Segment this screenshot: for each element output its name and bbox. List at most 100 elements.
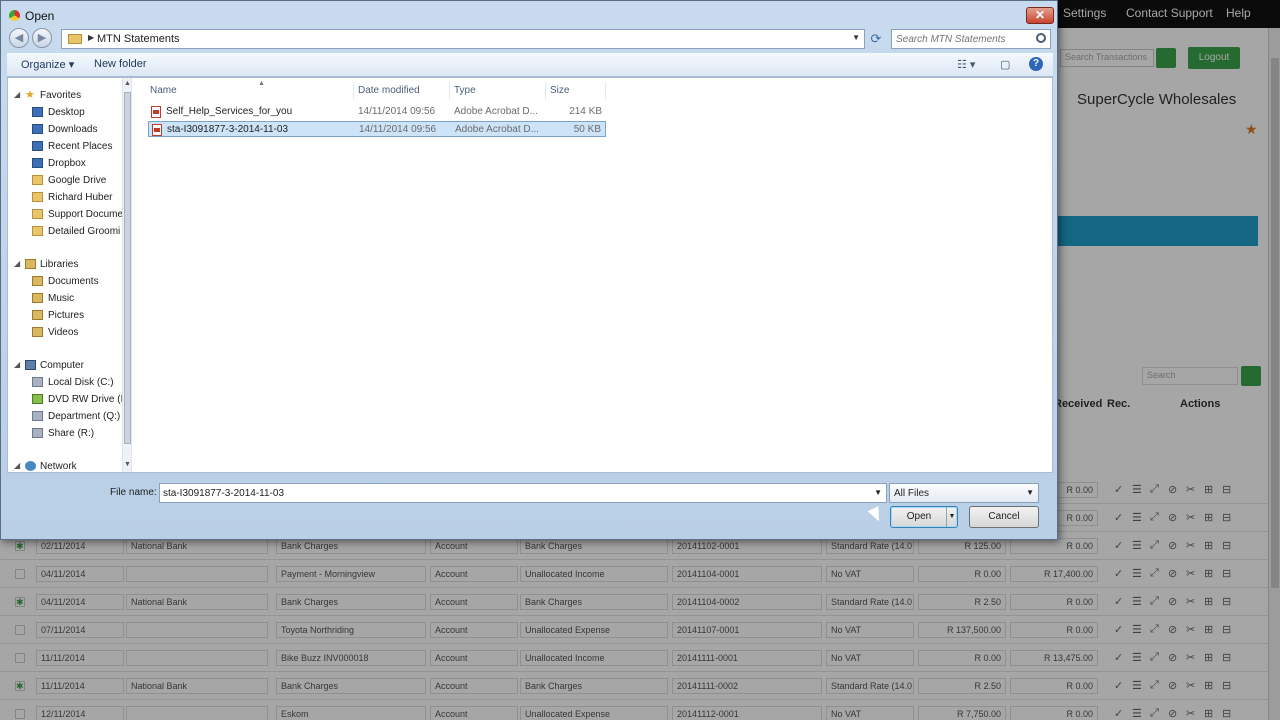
nav-item-drive-label: Local Disk (C:) (48, 377, 114, 388)
file-row[interactable]: Self_Help_Services_for_you 14/11/2014 09:… (148, 104, 606, 120)
nav-item-drive-label: Share (R:) (48, 428, 95, 439)
file-name-label: File name: (110, 487, 157, 498)
nav-item-library[interactable]: Music (8, 291, 122, 307)
breadcrumb-chevron-icon[interactable]: ▶ (88, 33, 94, 42)
file-list: Name ▲ Date modified Type Size Self_Help… (132, 78, 1052, 472)
nav-item-library[interactable]: Videos (8, 325, 122, 341)
help-icon[interactable]: ? (1029, 57, 1043, 71)
nav-item-favorite-label: Recent Places (48, 141, 113, 152)
library-icon (32, 310, 43, 320)
search-input[interactable] (896, 31, 1032, 47)
column-type[interactable]: Type (450, 82, 546, 100)
network-icon (25, 461, 36, 471)
nav-favorites[interactable]: ◢ ★ Favorites (8, 88, 122, 104)
chevron-down-icon[interactable]: ▼ (1026, 488, 1034, 497)
scroll-down-icon[interactable]: ▼ (124, 461, 131, 468)
nav-item-favorite[interactable]: Support Docume (8, 207, 122, 223)
new-folder-button[interactable]: New folder (94, 58, 147, 70)
column-name-label: Name (150, 85, 177, 96)
chevron-down-icon[interactable]: ▼ (874, 488, 882, 497)
nav-item-favorite[interactable]: Dropbox (8, 156, 122, 172)
column-size-label: Size (550, 85, 570, 96)
nav-item-library[interactable]: Documents (8, 274, 122, 290)
refresh-icon[interactable]: ⟳ (867, 29, 885, 49)
nav-item-drive[interactable]: Share (R:) (8, 426, 122, 442)
nav-item-favorite[interactable]: Detailed Groomi (8, 224, 122, 240)
view-options-icon[interactable]: ☷ ▾ (957, 58, 975, 71)
nav-item-drive[interactable]: Local Disk (C:) (8, 375, 122, 391)
collapse-icon[interactable]: ◢ (14, 259, 20, 268)
drive-icon (32, 428, 43, 438)
file-name[interactable]: Self_Help_Services_for_you (166, 106, 292, 117)
nav-item-favorite-label: Detailed Groomi (48, 226, 121, 237)
nav-item-favorite-label: Dropbox (48, 158, 86, 169)
collapse-icon[interactable]: ◢ (14, 90, 20, 99)
search-icon[interactable] (1036, 33, 1046, 43)
file-name-value[interactable]: sta-I3091877-3-2014-11-03 (163, 488, 284, 499)
file-size: 214 KB (569, 106, 602, 117)
sort-up-icon: ▲ (258, 80, 265, 87)
open-button[interactable]: Open ▼ (890, 506, 958, 528)
file-size: 50 KB (573, 124, 601, 135)
nav-item-library[interactable]: Pictures (8, 308, 122, 324)
favorite-icon (32, 107, 43, 117)
favorites-icon: ★ (25, 89, 35, 101)
nav-item-library-label: Videos (48, 327, 79, 338)
dialog-titlebar[interactable]: Open ✕ (1, 1, 1057, 29)
favorite-icon (32, 226, 43, 236)
file-name[interactable]: sta-I3091877-3-2014-11-03 (167, 124, 288, 135)
nav-computer[interactable]: ◢ Computer (8, 358, 122, 374)
nav-item-favorite[interactable]: Richard Huber (8, 190, 122, 206)
back-arrow-icon[interactable]: ◀ (9, 28, 29, 48)
collapse-icon[interactable]: ◢ (14, 461, 20, 470)
favorite-icon (32, 192, 43, 202)
collapse-icon[interactable]: ◢ (14, 360, 20, 369)
libraries-icon (25, 259, 36, 269)
nav-libraries[interactable]: ◢ Libraries (8, 257, 122, 273)
column-date-modified[interactable]: Date modified (354, 82, 450, 100)
file-row[interactable]: sta-I3091877-3-2014-11-03 14/11/2014 09:5… (148, 121, 606, 137)
cancel-button[interactable]: Cancel (969, 506, 1039, 528)
forward-arrow-icon[interactable]: ▶ (32, 28, 52, 48)
dialog-toolbar: Organize ▾ New folder ☷ ▾ ▢ ? (7, 53, 1053, 77)
drive-icon (32, 377, 43, 387)
address-bar[interactable]: ▶ MTN Statements ▼ (61, 29, 865, 49)
preview-pane-icon[interactable]: ▢ (1000, 58, 1010, 71)
organize-button[interactable]: Organize ▾ (21, 58, 74, 71)
breadcrumb-path[interactable]: MTN Statements (97, 33, 180, 45)
nav-item-favorite[interactable]: Downloads (8, 122, 122, 138)
file-date: 14/11/2014 09:56 (358, 106, 436, 117)
chevron-down-icon[interactable]: ▼ (852, 33, 860, 42)
column-size[interactable]: Size (546, 82, 606, 100)
file-type-select[interactable]: All Files ▼ (889, 483, 1039, 503)
nav-network[interactable]: ◢ Network (8, 459, 122, 472)
nav-item-favorite-label: Desktop (48, 107, 85, 118)
nav-item-library-label: Pictures (48, 310, 85, 321)
nav-item-drive[interactable]: Department (Q:) (8, 409, 122, 425)
library-icon (32, 327, 43, 337)
favorite-icon (32, 141, 43, 151)
library-icon (32, 293, 43, 303)
nav-scrollbar[interactable]: ▲ ▼ (122, 78, 131, 472)
scroll-up-icon[interactable]: ▲ (124, 80, 131, 87)
nav-network-label: Network (40, 461, 77, 472)
column-date-label: Date modified (358, 85, 420, 96)
dialog-body: ▲ ▼ ◢ ★ Favorites Desktop Downloads Recent Pl… (7, 77, 1053, 473)
search-box[interactable] (891, 29, 1051, 49)
favorite-icon (32, 175, 43, 185)
pdf-file-icon (151, 106, 161, 118)
navigation-row: ◀ ▶ ▶ MTN Statements ▼ ⟳ (1, 27, 1057, 51)
file-type: Adobe Acrobat D... (455, 124, 539, 135)
column-name[interactable]: Name ▲ (146, 80, 354, 100)
open-dropdown-icon[interactable]: ▼ (946, 507, 957, 527)
nav-item-favorite[interactable]: Desktop (8, 105, 122, 121)
drive-icon (32, 394, 43, 404)
computer-icon (25, 360, 36, 370)
nav-item-favorite[interactable]: Recent Places (8, 139, 122, 155)
file-type-value: All Files (894, 488, 930, 499)
close-button[interactable]: ✕ (1026, 7, 1054, 24)
nav-item-drive[interactable]: DVD RW Drive (D (8, 392, 122, 408)
nav-item-favorite[interactable]: Google Drive (8, 173, 122, 189)
nav-scrollbar-thumb[interactable] (124, 92, 131, 444)
file-name-field[interactable]: sta-I3091877-3-2014-11-03 ▼ (159, 483, 887, 503)
